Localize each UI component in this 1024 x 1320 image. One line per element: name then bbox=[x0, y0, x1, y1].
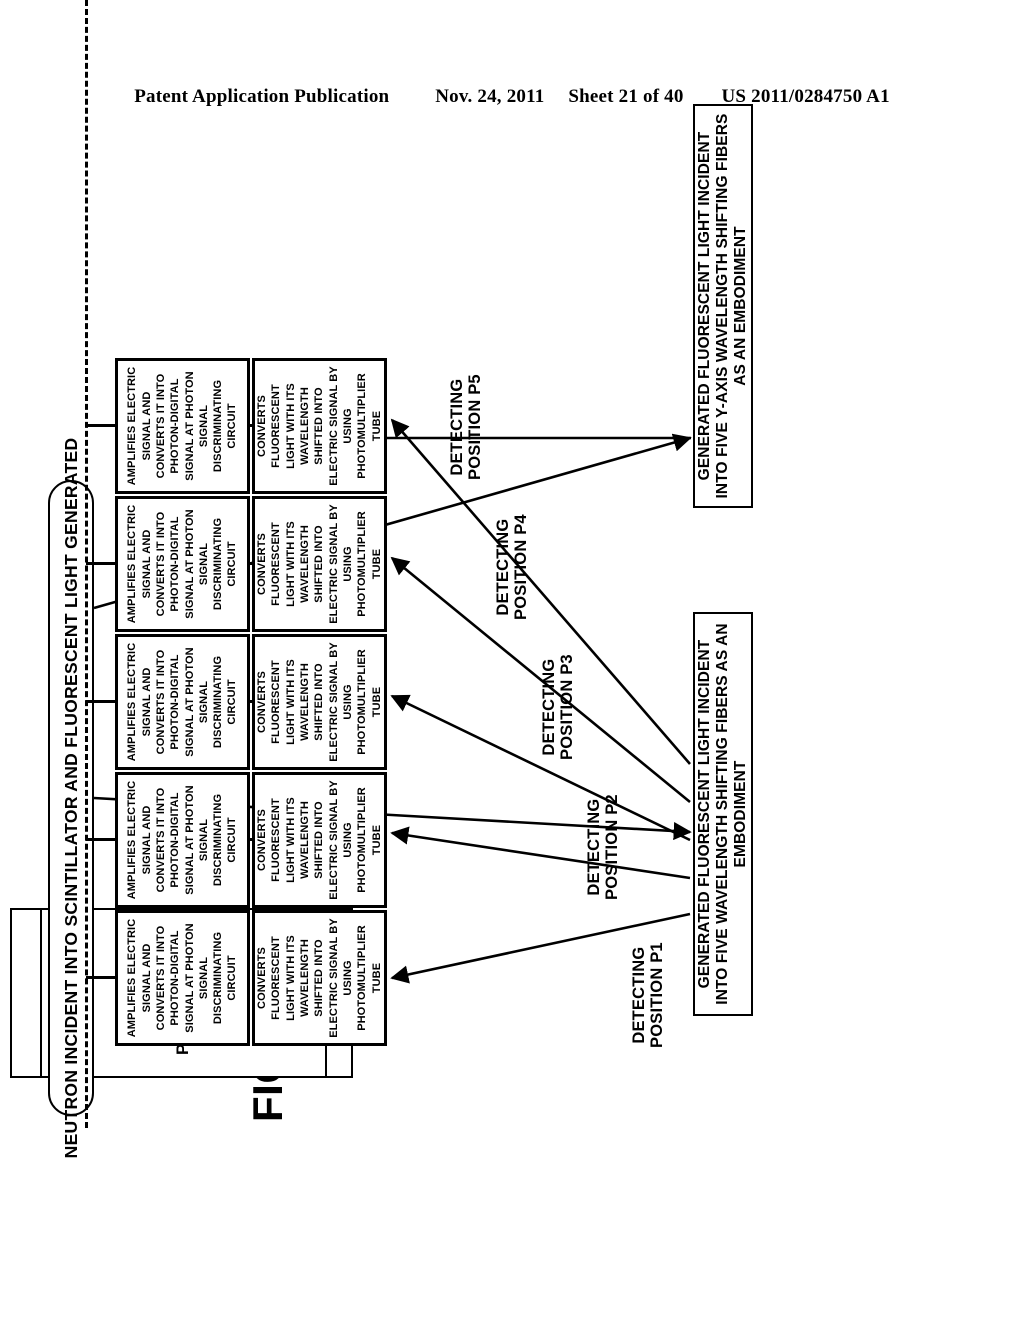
detecting-position-label-3: DETECTING POSITION P3 bbox=[540, 654, 577, 760]
detecting-position-label-4: DETECTING POSITION P4 bbox=[494, 514, 531, 620]
spine-stub-2 bbox=[86, 838, 116, 841]
convert-box-3: CONVERTS FLUORESCENT LIGHT WITH ITS WAVE… bbox=[252, 634, 387, 770]
amplify-box-1: AMPLIFIES ELECTRIC SIGNAL AND CONVERTS I… bbox=[115, 910, 250, 1046]
convert-box-4: CONVERTS FLUORESCENT LIGHT WITH ITS WAVE… bbox=[252, 496, 387, 632]
detecting-position-label-5: DETECTING POSITION P5 bbox=[448, 374, 485, 480]
amplify-box-2: AMPLIFIES ELECTRIC SIGNAL AND CONVERTS I… bbox=[115, 772, 250, 908]
detecting-position-label-2: DETECTING POSITION P2 bbox=[585, 794, 622, 900]
spine-stub-5 bbox=[86, 424, 116, 427]
spine-stub-4 bbox=[86, 562, 116, 565]
generated-light-y-axis-box: GENERATED FLUORESCENT LIGHT INCIDENT INT… bbox=[693, 104, 753, 508]
spine-stub-3 bbox=[86, 700, 116, 703]
convert-box-2: CONVERTS FLUORESCENT LIGHT WITH ITS WAVE… bbox=[252, 772, 387, 908]
spine-stub-1 bbox=[86, 976, 116, 979]
amplify-box-3: AMPLIFIES ELECTRIC SIGNAL AND CONVERTS I… bbox=[115, 634, 250, 770]
detecting-position-label-1: DETECTING POSITION P1 bbox=[630, 942, 667, 1048]
generated-light-box: GENERATED FLUORESCENT LIGHT INCIDENT INT… bbox=[693, 612, 753, 1016]
amplify-box-4: AMPLIFIES ELECTRIC SIGNAL AND CONVERTS I… bbox=[115, 496, 250, 632]
amplify-box-5: AMPLIFIES ELECTRIC SIGNAL AND CONVERTS I… bbox=[115, 358, 250, 494]
dashed-spine bbox=[85, 0, 88, 1128]
flowchart-diagram: EXECUTED THE SAME PROCEDURES AS FOR X-AX… bbox=[0, 0, 753, 1158]
convert-box-5: CONVERTS FLUORESCENT LIGHT WITH ITS WAVE… bbox=[252, 358, 387, 494]
header-sheet: Sheet 21 of 40 bbox=[568, 86, 684, 107]
convert-box-1: CONVERTS FLUORESCENT LIGHT WITH ITS WAVE… bbox=[252, 910, 387, 1046]
